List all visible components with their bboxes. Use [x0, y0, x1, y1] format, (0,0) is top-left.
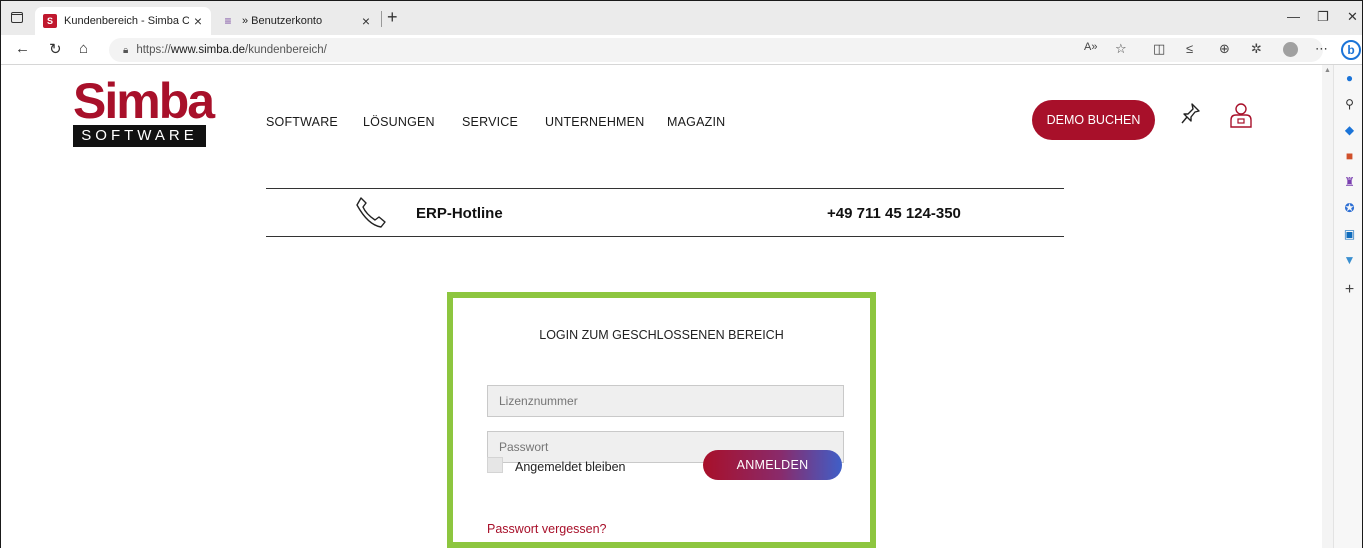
- login-panel: LOGIN ZUM GESCHLOSSENEN BEREICH Angemeld…: [447, 292, 876, 548]
- new-tab-icon[interactable]: +: [387, 7, 398, 28]
- forgot-password-link[interactable]: Passwort vergessen?: [487, 522, 607, 536]
- tab-strip: S Kundenbereich - Simba Compute × ≡ » Be…: [1, 1, 1362, 35]
- browser-window: S Kundenbereich - Simba Compute × ≡ » Be…: [0, 0, 1363, 548]
- minimize-icon[interactable]: —: [1287, 9, 1300, 24]
- tab-title: Kundenbereich - Simba Compute: [64, 15, 189, 27]
- login-title: LOGIN ZUM GESCHLOSSENEN BEREICH: [539, 328, 784, 342]
- read-aloud-icon[interactable]: A»: [1084, 41, 1097, 53]
- bing-copilot-icon[interactable]: b: [1341, 40, 1361, 60]
- nav-item-software[interactable]: SOFTWARE: [266, 115, 338, 129]
- close-tab-icon[interactable]: ×: [357, 13, 375, 29]
- logo-wordmark: Simba: [73, 73, 215, 129]
- tab-benutzerkonto[interactable]: ≡ » Benutzerkonto ×: [213, 7, 379, 35]
- more-menu-icon[interactable]: ⋯: [1315, 41, 1328, 57]
- outlook-icon[interactable]: ▣: [1334, 227, 1362, 241]
- notification-bell-icon[interactable]: ●: [1334, 71, 1362, 85]
- demo-buchen-button[interactable]: DEMO BUCHEN: [1032, 100, 1155, 140]
- nav-item-magazin[interactable]: MAGAZIN: [667, 115, 725, 129]
- remember-me-checkbox[interactable]: [487, 457, 503, 473]
- drop-icon[interactable]: ▼: [1334, 253, 1362, 267]
- favorites-list-icon[interactable]: ≤: [1186, 41, 1193, 56]
- microsoft-365-icon[interactable]: ✪: [1334, 201, 1362, 215]
- web-page: Simba SOFTWARE SOFTWARE LÖSUNGEN SERVICE…: [1, 66, 1322, 548]
- add-sidebar-app-icon[interactable]: +: [1334, 281, 1362, 299]
- address-bar[interactable]: 🔒︎ https:// www.simba.de /kundenbereich/: [109, 38, 1323, 62]
- split-screen-icon[interactable]: ◫: [1153, 41, 1165, 57]
- list-favicon-icon: ≡: [224, 14, 232, 28]
- tab-title: » Benutzerkonto: [242, 15, 323, 27]
- restore-icon[interactable]: ❐: [1317, 9, 1329, 25]
- close-window-icon[interactable]: ✕: [1347, 9, 1358, 25]
- url-scheme: https://: [136, 44, 171, 56]
- license-number-input[interactable]: [487, 385, 844, 417]
- phone-icon: [354, 195, 388, 229]
- profile-avatar-icon[interactable]: [1283, 42, 1298, 57]
- logo-subline: SOFTWARE: [73, 125, 206, 147]
- login-submit-button[interactable]: ANMELDEN: [703, 450, 842, 480]
- remember-me-label[interactable]: Angemeldet bleiben: [515, 460, 626, 474]
- pin-icon[interactable]: [1181, 102, 1201, 130]
- search-icon[interactable]: ⚲: [1334, 97, 1362, 111]
- user-account-icon[interactable]: [1229, 102, 1253, 128]
- lock-icon[interactable]: 🔒︎: [123, 45, 128, 56]
- url-path: /kundenbereich/: [245, 44, 327, 56]
- address-toolbar: ← ↻ ⌂ 🔒︎ https:// www.simba.de /kundenbe…: [1, 35, 1362, 65]
- tab-actions-icon[interactable]: [11, 12, 23, 23]
- tools-briefcase-icon[interactable]: ■: [1334, 149, 1362, 163]
- shopping-tag-icon[interactable]: ◆: [1334, 123, 1362, 137]
- close-tab-icon[interactable]: ×: [189, 13, 207, 29]
- games-icon[interactable]: ♜: [1334, 175, 1362, 189]
- tab-kundenbereich[interactable]: S Kundenbereich - Simba Compute ×: [35, 7, 211, 35]
- home-icon[interactable]: ⌂: [79, 40, 88, 57]
- nav-item-service[interactable]: SERVICE: [462, 115, 518, 129]
- hotline-number[interactable]: +49 711 45 124-350: [827, 205, 961, 222]
- tab-separator: [381, 11, 382, 27]
- edge-sidebar: ● ⚲ ◆ ■ ♜ ✪ ▣ ▼ +: [1333, 65, 1362, 548]
- nav-item-unternehmen[interactable]: UNTERNEHMEN: [545, 115, 644, 129]
- nav-item-loesungen[interactable]: LÖSUNGEN: [363, 115, 435, 129]
- scroll-up-icon[interactable]: ▲: [1324, 67, 1331, 74]
- page-scrollbar[interactable]: ▲: [1322, 65, 1333, 548]
- simba-logo[interactable]: Simba SOFTWARE: [73, 73, 215, 147]
- back-icon[interactable]: ←: [15, 40, 30, 57]
- favorite-star-icon[interactable]: ☆: [1115, 41, 1127, 57]
- url-host: www.simba.de: [170, 44, 245, 56]
- hotline-bar: ERP-Hotline +49 711 45 124-350: [266, 188, 1064, 237]
- collections-icon[interactable]: ⊕: [1219, 41, 1230, 57]
- hotline-label: ERP-Hotline: [416, 205, 503, 222]
- extensions-icon[interactable]: ✲: [1251, 41, 1262, 57]
- refresh-icon[interactable]: ↻: [49, 40, 62, 58]
- simba-favicon-icon: S: [43, 14, 57, 28]
